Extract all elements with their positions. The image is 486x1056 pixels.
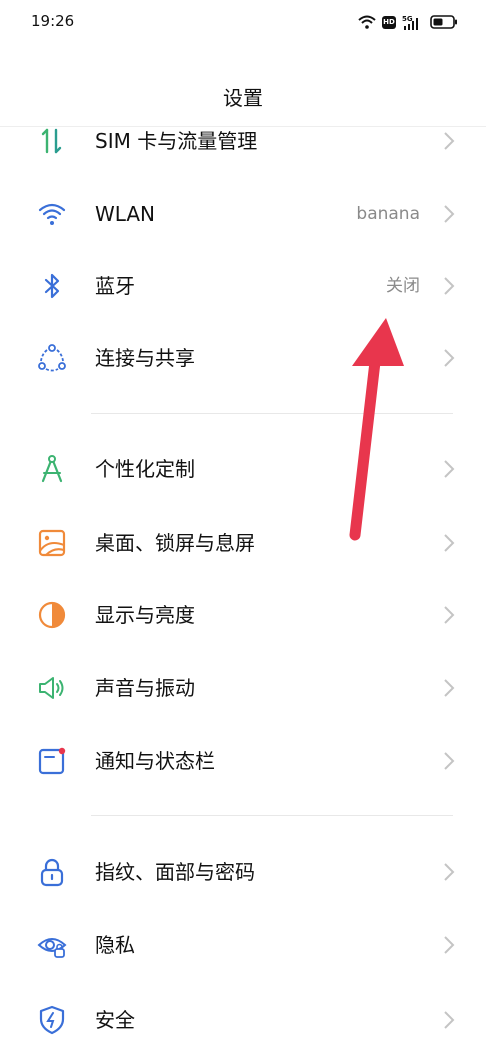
settings-item-sim[interactable]: SIM 卡与流量管理 (0, 105, 486, 177)
compass-pen-icon (36, 453, 68, 485)
chevron-right-icon (444, 863, 455, 881)
bluetooth-icon (36, 270, 68, 302)
settings-item-wlan[interactable]: WLAN banana (0, 178, 486, 250)
chevron-right-icon (444, 752, 455, 770)
brightness-icon (36, 599, 68, 631)
shield-icon (36, 1004, 68, 1036)
chevron-right-icon (444, 277, 455, 295)
settings-item-label: 显示与亮度 (95, 603, 195, 627)
settings-item-display[interactable]: 显示与亮度 (0, 579, 486, 651)
settings-item-security-lock[interactable]: 指纹、面部与密码 (0, 836, 486, 908)
settings-item-label: 隐私 (95, 933, 135, 957)
chevron-right-icon (444, 205, 455, 223)
settings-item-desktop[interactable]: 桌面、锁屏与息屏 (0, 507, 486, 579)
settings-item-label: WLAN (95, 202, 156, 226)
settings-item-label: 桌面、锁屏与息屏 (95, 531, 255, 555)
settings-item-label: 蓝牙 (95, 274, 135, 298)
speaker-icon (36, 672, 68, 704)
settings-item-bluetooth[interactable]: 蓝牙 关闭 (0, 250, 486, 322)
sim-data-icon (36, 125, 68, 157)
lock-icon (36, 856, 68, 888)
settings-item-label: 声音与振动 (95, 676, 195, 700)
notification-icon (36, 745, 68, 777)
section-divider (91, 815, 453, 816)
settings-item-sound[interactable]: 声音与振动 (0, 652, 486, 724)
privacy-eye-icon (36, 929, 68, 961)
settings-item-label: SIM 卡与流量管理 (95, 129, 258, 153)
settings-item-notifications[interactable]: 通知与状态栏 (0, 725, 486, 797)
settings-item-personalization[interactable]: 个性化定制 (0, 433, 486, 505)
settings-item-value: banana (356, 204, 420, 224)
section-divider (91, 413, 453, 414)
chevron-right-icon (444, 534, 455, 552)
chevron-right-icon (444, 132, 455, 150)
settings-item-label: 连接与共享 (95, 346, 195, 370)
chevron-right-icon (444, 936, 455, 954)
chevron-right-icon (444, 606, 455, 624)
settings-item-connection[interactable]: 连接与共享 (0, 322, 486, 394)
connection-share-icon (36, 342, 68, 374)
settings-item-label: 安全 (95, 1008, 135, 1032)
settings-item-label: 通知与状态栏 (95, 749, 215, 773)
chevron-right-icon (444, 1011, 455, 1029)
wifi-icon (36, 198, 68, 230)
settings-item-privacy[interactable]: 隐私 (0, 909, 486, 981)
chevron-right-icon (444, 460, 455, 478)
settings-item-label: 个性化定制 (95, 457, 195, 481)
wallpaper-icon (36, 527, 68, 559)
settings-item-value: 关闭 (386, 276, 420, 296)
settings-list: SIM 卡与流量管理 WLAN banana 蓝牙 关闭 连接与共享 个性化定制… (0, 0, 486, 1035)
settings-item-security[interactable]: 安全 (0, 984, 486, 1056)
chevron-right-icon (444, 349, 455, 367)
chevron-right-icon (444, 679, 455, 697)
settings-item-label: 指纹、面部与密码 (95, 860, 255, 884)
